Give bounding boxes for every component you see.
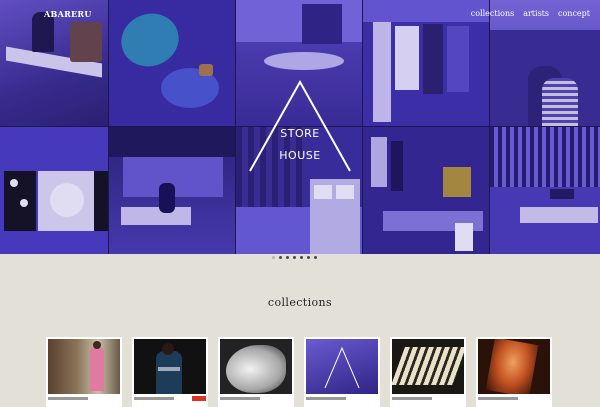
collection-image-2: [134, 339, 206, 394]
slider-dot-6[interactable]: [307, 256, 310, 259]
slider-dot-5[interactable]: [300, 256, 303, 259]
collection-image-6: [478, 339, 550, 394]
nav-concept[interactable]: concept: [558, 9, 590, 18]
collection-image-4: [306, 339, 378, 394]
top-nav: collections artists concept: [471, 9, 590, 18]
slider-dot-2[interactable]: [279, 256, 282, 259]
nav-artists[interactable]: artists: [523, 9, 549, 18]
logo-line-2: HOUSE: [279, 149, 321, 162]
logo-line-1: STORE: [280, 127, 320, 140]
slider-dot-7[interactable]: [314, 256, 317, 259]
slider-dot-1[interactable]: [272, 256, 275, 259]
collection-image-1: [48, 339, 120, 394]
collection-card-2[interactable]: [132, 337, 208, 407]
collection-card-3[interactable]: [218, 337, 294, 407]
collection-image-5: [392, 339, 464, 394]
brand-logo[interactable]: ABARERU: [44, 9, 92, 19]
collection-card-1[interactable]: [46, 337, 122, 407]
collections-heading: collections: [267, 296, 333, 309]
collection-card-5[interactable]: [390, 337, 466, 407]
store-house-mini-logo: [324, 347, 360, 389]
new-badge: [192, 396, 206, 401]
collection-card-4[interactable]: [304, 337, 380, 407]
slider-dot-3[interactable]: [286, 256, 289, 259]
slider-dot-4[interactable]: [293, 256, 296, 259]
nav-collections[interactable]: collections: [471, 9, 514, 18]
slider-dots: [272, 256, 317, 259]
collection-image-3: [220, 339, 292, 394]
hero-slider[interactable]: STORE HOUSE ABARERU collections artists …: [0, 0, 600, 254]
collection-card-6[interactable]: [476, 337, 552, 407]
